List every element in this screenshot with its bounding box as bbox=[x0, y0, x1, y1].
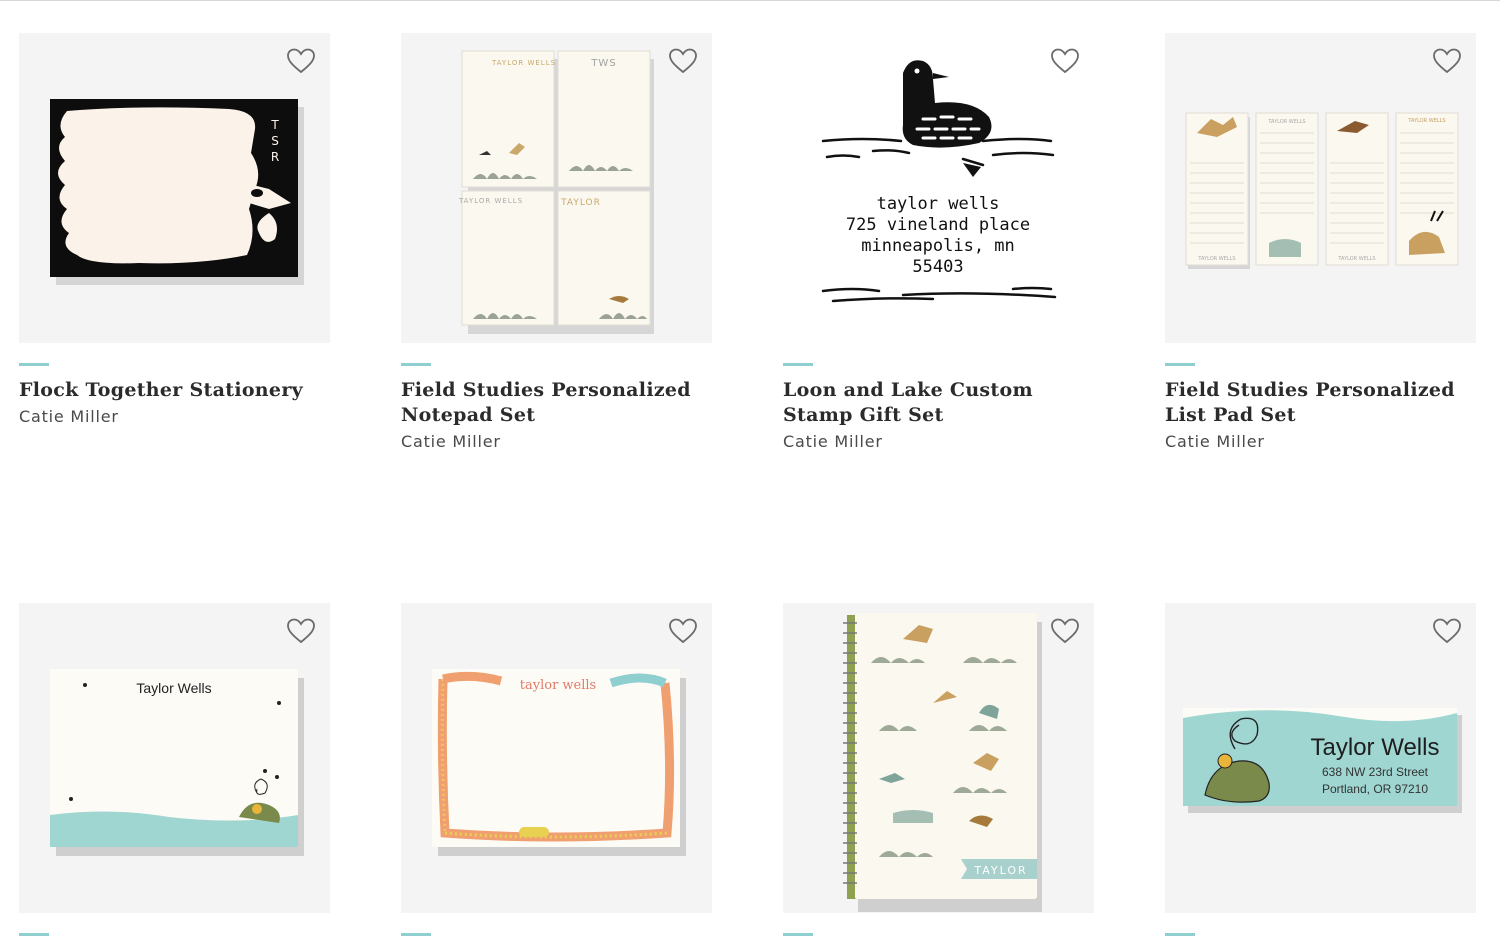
product-card[interactable]: T S R Flock Together Stationery Catie Mi… bbox=[19, 33, 330, 451]
heart-outline-icon[interactable] bbox=[1050, 617, 1080, 645]
label-name: Taylor Wells bbox=[1311, 734, 1440, 761]
spiral-notebook-artwork: TAYLOR bbox=[843, 613, 1042, 912]
product-image[interactable]: TAYLOR WELLS TWS TAYLOR WELLS TAYLOR bbox=[401, 33, 712, 343]
product-image[interactable]: TAYLOR bbox=[783, 603, 1094, 913]
stamp-address-line: minneapolis, mn bbox=[861, 236, 1015, 256]
product-grid: T S R Flock Together Stationery Catie Mi… bbox=[19, 33, 1476, 936]
notepad-label: TWS bbox=[590, 58, 616, 69]
product-card[interactable]: TAYLOR bbox=[783, 603, 1094, 936]
product-title[interactable]: Field Studies Personalized List Pad Set bbox=[1165, 378, 1476, 428]
heart-outline-icon[interactable] bbox=[668, 617, 698, 645]
notepad-label: TAYLOR WELLS bbox=[458, 197, 523, 205]
heart-outline-icon[interactable] bbox=[286, 47, 316, 75]
notepad-set-artwork: TAYLOR WELLS TWS TAYLOR WELLS TAYLOR bbox=[458, 50, 654, 334]
address-label-artwork: Taylor Wells 638 NW 23rd Street Portland… bbox=[1183, 708, 1462, 813]
heart-outline-icon[interactable] bbox=[1432, 47, 1462, 75]
product-card[interactable]: Taylor Wells bbox=[19, 603, 330, 936]
worm-notecard-artwork: taylor wells bbox=[432, 669, 686, 856]
heart-outline-icon[interactable] bbox=[1432, 617, 1462, 645]
notepad-label: TAYLOR bbox=[560, 198, 601, 208]
notecard-name: Taylor Wells bbox=[136, 680, 211, 696]
product-card[interactable]: taylor wells bbox=[401, 603, 712, 936]
product-card[interactable]: TAYLOR WELLS TWS TAYLOR WELLS TAYLOR Fie… bbox=[401, 33, 712, 451]
frog-notecard-artwork: Taylor Wells bbox=[50, 669, 304, 856]
product-title[interactable]: Flock Together Stationery bbox=[19, 378, 330, 403]
monogram-letter: T bbox=[270, 118, 279, 132]
product-image[interactable]: Taylor Wells 638 NW 23rd Street Portland… bbox=[1165, 603, 1476, 913]
notebook-name: TAYLOR bbox=[973, 864, 1027, 877]
product-image[interactable]: Taylor Wells bbox=[19, 603, 330, 913]
product-title[interactable]: Field Studies Personalized Notepad Set bbox=[401, 378, 712, 428]
listpad-label: TAYLOR WELLS bbox=[1407, 118, 1445, 124]
product-artist[interactable]: Catie Miller bbox=[1165, 432, 1476, 451]
top-divider bbox=[0, 0, 1500, 1]
stamp-address-line: taylor wells bbox=[877, 194, 1000, 214]
label-address-line: Portland, OR 97210 bbox=[1322, 782, 1428, 796]
accent-bar bbox=[1165, 363, 1195, 366]
product-image[interactable]: TAYLOR WELLS TAYLOR WELLS TAYLOR WELLS T… bbox=[1165, 33, 1476, 343]
list-pad-artwork: TAYLOR WELLS TAYLOR WELLS TAYLOR WELLS T… bbox=[1185, 112, 1459, 269]
heart-outline-icon[interactable] bbox=[668, 47, 698, 75]
product-artist[interactable]: Catie Miller bbox=[19, 407, 330, 426]
notepad-label: TAYLOR WELLS bbox=[491, 59, 556, 67]
accent-bar bbox=[19, 363, 49, 366]
product-image[interactable]: taylor wells bbox=[401, 603, 712, 913]
stamp-address-line: 725 vineland place bbox=[846, 215, 1030, 235]
heart-outline-icon[interactable] bbox=[1050, 47, 1080, 75]
listpad-label: TAYLOR WELLS bbox=[1337, 256, 1375, 262]
product-artist[interactable]: Catie Miller bbox=[783, 432, 1094, 451]
heart-outline-icon[interactable] bbox=[286, 617, 316, 645]
monogram-letter: R bbox=[271, 150, 279, 164]
product-card[interactable]: Taylor Wells 638 NW 23rd Street Portland… bbox=[1165, 603, 1476, 936]
product-card[interactable]: taylor wells 725 vineland place minneapo… bbox=[783, 33, 1094, 451]
product-image[interactable]: T S R bbox=[19, 33, 330, 343]
monogram-letter: S bbox=[271, 134, 279, 148]
listpad-label: TAYLOR WELLS bbox=[1267, 119, 1305, 125]
accent-bar bbox=[783, 363, 813, 366]
flock-together-artwork: T S R bbox=[50, 99, 304, 285]
label-address-line: 638 NW 23rd Street bbox=[1322, 765, 1429, 779]
stamp-address-line: 55403 bbox=[912, 257, 963, 277]
product-card[interactable]: TAYLOR WELLS TAYLOR WELLS TAYLOR WELLS T… bbox=[1165, 33, 1476, 451]
product-artist[interactable]: Catie Miller bbox=[401, 432, 712, 451]
product-image[interactable]: taylor wells 725 vineland place minneapo… bbox=[783, 33, 1094, 343]
product-title[interactable]: Loon and Lake Custom Stamp Gift Set bbox=[783, 378, 1094, 428]
notecard-name: taylor wells bbox=[520, 678, 596, 693]
listpad-label: TAYLOR WELLS bbox=[1197, 256, 1235, 262]
loon-stamp-artwork: taylor wells 725 vineland place minneapo… bbox=[821, 60, 1057, 303]
accent-bar bbox=[401, 363, 431, 366]
